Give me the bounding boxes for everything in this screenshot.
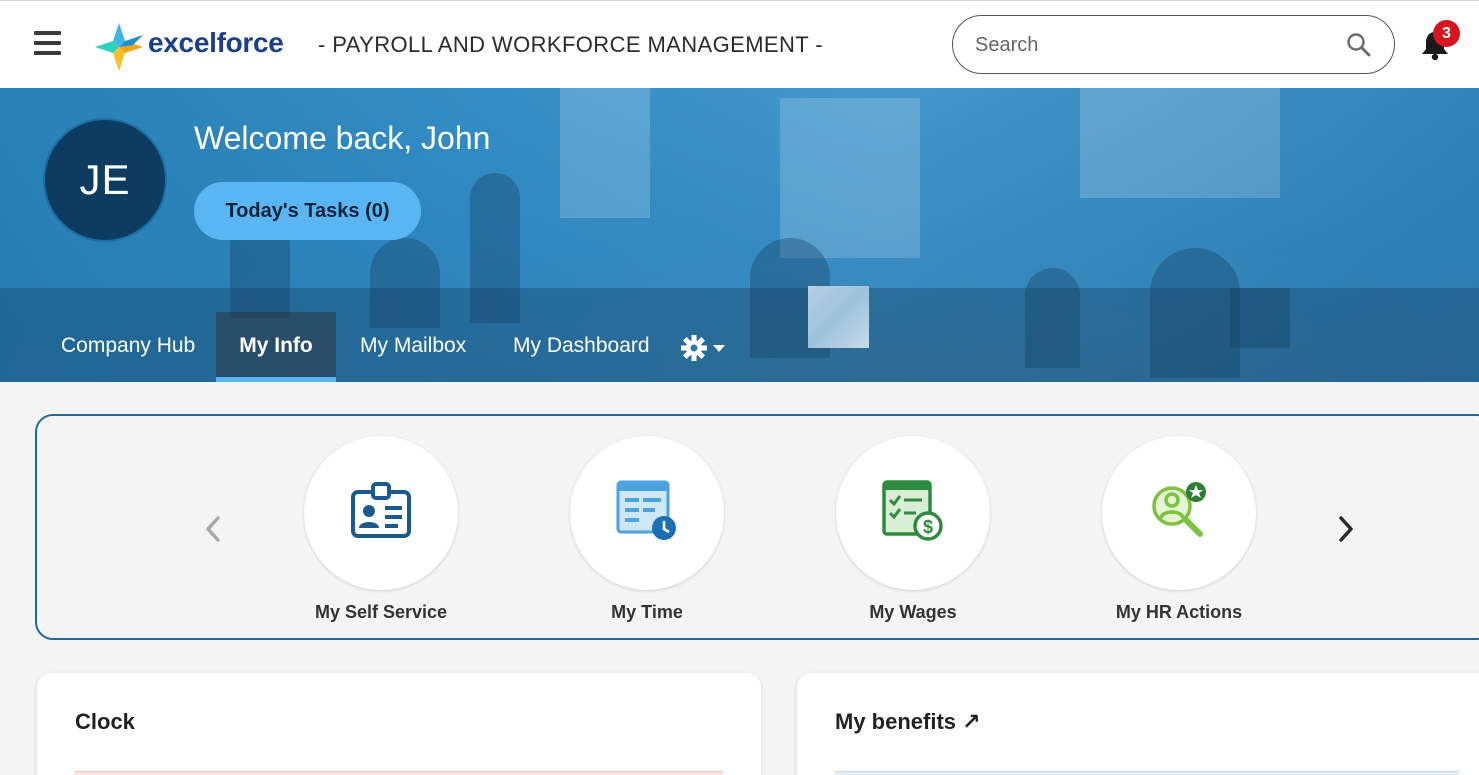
main-nav: Company Hub My Info My Mailbox My Dashbo… — [0, 312, 900, 382]
carousel-prev-icon[interactable] — [202, 514, 224, 544]
clock-status-strip — [75, 771, 723, 775]
quick-link-label: My Self Service — [314, 602, 448, 622]
wage-checklist-dollar-icon: $ — [882, 480, 943, 541]
quick-link-label: My Wages — [869, 602, 957, 622]
app-tagline: - PAYROLL AND WORKFORCE MANAGEMENT - — [318, 32, 823, 57]
quick-links-carousel: My Self Service My Time $ My Wages My HR… — [35, 414, 1479, 640]
quick-link-my-hr-actions[interactable]: My HR Actions — [1101, 436, 1257, 623]
todays-tasks-button[interactable]: Today's Tasks (0) — [194, 182, 421, 240]
clock-card: Clock — [37, 673, 761, 775]
tab-my-info[interactable]: My Info — [216, 312, 336, 382]
carousel-next-icon[interactable] — [1335, 514, 1357, 544]
welcome-message: Welcome back, John — [194, 120, 491, 156]
tab-my-mailbox[interactable]: My Mailbox — [360, 312, 466, 382]
search-box — [952, 15, 1395, 74]
notification-count-badge: 3 — [1433, 20, 1460, 47]
search-input[interactable] — [975, 28, 1335, 62]
tab-my-dashboard[interactable]: My Dashboard — [513, 312, 650, 382]
benefits-strip — [835, 771, 1459, 775]
quick-link-my-wages[interactable]: $ My Wages — [835, 436, 991, 623]
benefits-card-link[interactable]: My benefits ↗ — [835, 709, 981, 735]
svg-text:$: $ — [923, 517, 933, 537]
chevron-down-icon — [713, 345, 725, 352]
quick-link-label: My HR Actions — [1115, 602, 1243, 622]
brand-name: excelforce — [148, 27, 284, 58]
quick-link-my-time[interactable]: My Time — [569, 436, 725, 623]
excelforce-logo-icon — [95, 23, 143, 71]
hero-banner: JE Welcome back, John Today's Tasks (0) … — [0, 88, 1479, 382]
hamburger-menu-icon[interactable] — [34, 31, 61, 57]
user-avatar[interactable]: JE — [43, 118, 167, 242]
tab-company-hub[interactable]: Company Hub — [61, 312, 195, 382]
search-icon[interactable] — [1346, 32, 1372, 58]
hr-search-person-icon — [1152, 482, 1206, 537]
gear-icon[interactable] — [680, 334, 730, 362]
quick-link-my-self-service[interactable]: My Self Service — [303, 436, 459, 623]
id-badge-icon — [351, 482, 411, 538]
timesheet-clock-icon — [616, 480, 676, 540]
clock-card-title: Clock — [75, 709, 135, 734]
quick-link-label: My Time — [611, 602, 683, 622]
benefits-card: My benefits ↗ — [797, 673, 1479, 775]
top-header: excelforce - PAYROLL AND WORKFORCE MANAG… — [0, 0, 1479, 88]
